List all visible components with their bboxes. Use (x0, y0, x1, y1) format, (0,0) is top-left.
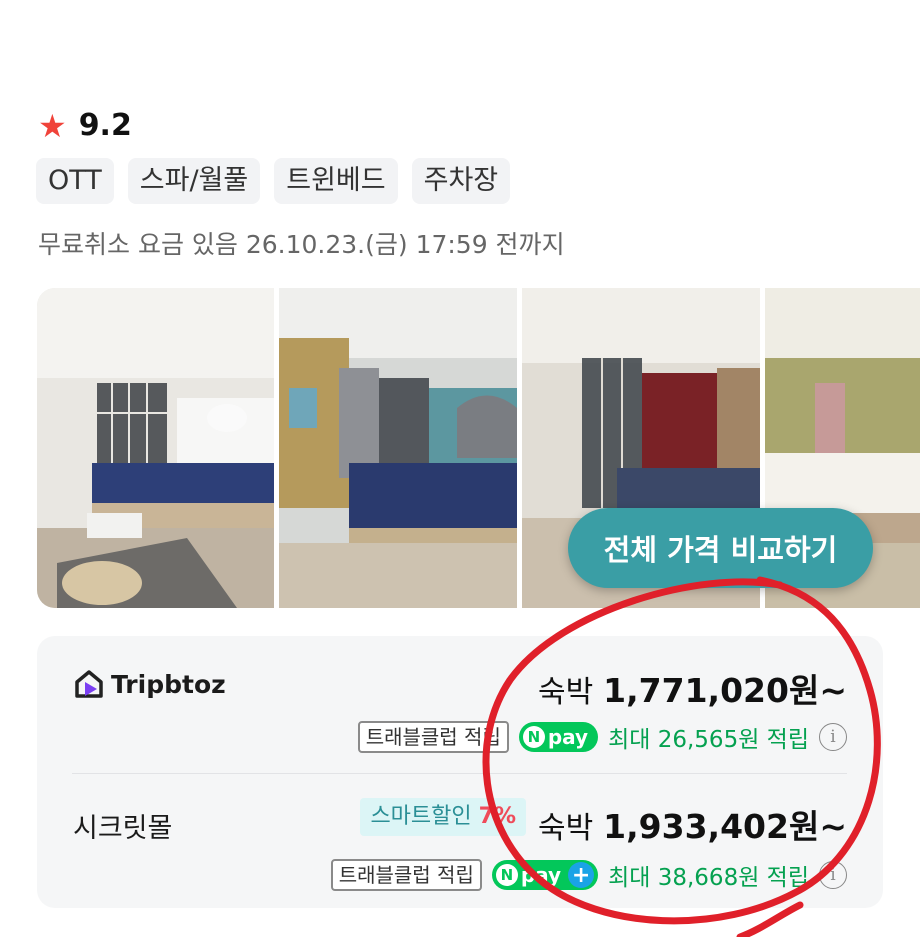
cancellation-policy: 무료취소 요금 있음 26.10.23.(금) 17:59 전까지 (38, 230, 565, 259)
tag-ott: OTT (36, 158, 114, 204)
offer-price: 숙박 1,771,020원~ (537, 671, 847, 710)
tripbtoz-logo-icon (75, 670, 103, 698)
points-text: 최대 38,668원 적립 (608, 865, 809, 891)
npay-n-icon: N (522, 726, 545, 748)
offer-benefits: 트래블클럽 적립 N pay + 최대 38,668원 적립 i (330, 858, 847, 892)
offer-benefits: 트래블클럽 적립 N pay 최대 26,565원 적립 i (357, 720, 847, 754)
npay-n-icon: N (495, 864, 518, 886)
room-photo[interactable] (37, 288, 274, 608)
tag-spa: 스파/월풀 (127, 158, 261, 204)
tripbtoz-logo: Tripbtoz (73, 668, 226, 700)
smart-discount-badge: 스마트할인 7% (360, 798, 526, 836)
plus-icon: + (568, 862, 595, 888)
info-icon[interactable]: i (819, 861, 847, 889)
room-photo[interactable] (279, 288, 517, 608)
rating-score: 9.2 (78, 108, 132, 143)
offer-price: 숙박 1,933,402원~ (537, 807, 847, 846)
npay-plus-badge: N pay + (491, 860, 599, 890)
price-comparison-box: Tripbtoz 숙박 1,771,020원~ 트래블클럽 적립 N pay 최… (37, 636, 883, 908)
npay-badge: N pay (518, 722, 599, 752)
tag-twin-bed: 트윈베드 (274, 158, 398, 204)
divider (72, 773, 847, 774)
travel-club-badge: 트래블클럽 적립 (330, 859, 482, 891)
secretmall-provider: 시크릿몰 (73, 813, 173, 844)
offer-row-secretmall[interactable]: 시크릿몰 스마트할인 7% 숙박 1,933,402원~ 트래블클럽 적립 N … (37, 776, 883, 908)
points-text: 최대 26,565원 적립 (608, 727, 809, 753)
star-icon: ★ (38, 106, 67, 145)
amenity-tags: OTT 스파/월풀 트윈베드 주차장 (36, 158, 511, 204)
rating: ★ 9.2 (38, 108, 132, 143)
compare-all-prices-button[interactable]: 전체 가격 비교하기 (568, 508, 873, 588)
info-icon[interactable]: i (819, 723, 847, 751)
offer-row-tripbtoz[interactable]: Tripbtoz 숙박 1,771,020원~ 트래블클럽 적립 N pay 최… (37, 636, 883, 776)
tag-parking: 주차장 (411, 158, 511, 204)
travel-club-badge: 트래블클럽 적립 (357, 721, 509, 753)
